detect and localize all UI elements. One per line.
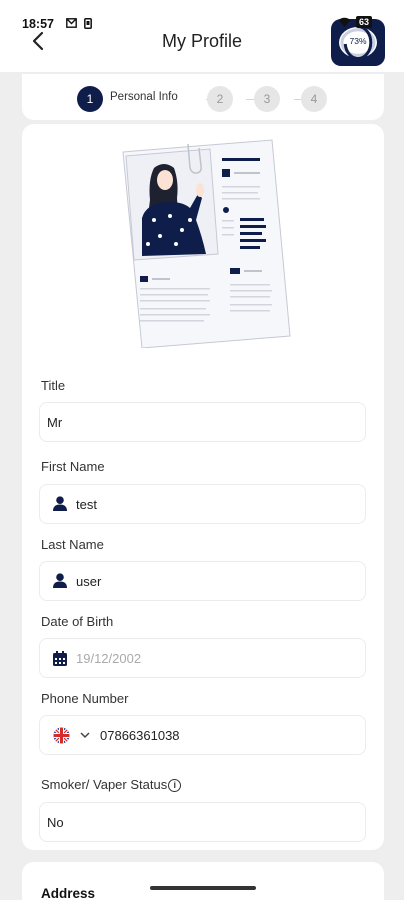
- first-name-label: First Name: [41, 459, 105, 474]
- smoker-field[interactable]: No: [39, 802, 366, 842]
- battery-indicator: 63: [355, 16, 372, 28]
- person-icon: [53, 496, 67, 511]
- last-name-label: Last Name: [41, 537, 104, 552]
- step-2[interactable]: 2: [207, 86, 233, 112]
- stepper: 1 Personal Info 2 3 4: [22, 74, 384, 120]
- smoker-label-text: Smoker/ Vaper Status: [41, 777, 168, 792]
- chevron-down-icon[interactable]: [80, 732, 90, 739]
- first-name-value: test: [76, 497, 97, 512]
- uk-flag-icon[interactable]: [53, 727, 70, 744]
- dob-field[interactable]: 19/12/2002: [39, 638, 366, 678]
- progress-percent: 73%: [349, 36, 367, 46]
- home-indicator[interactable]: [150, 886, 256, 890]
- wifi-icon: [338, 17, 351, 27]
- person-icon: [53, 573, 67, 588]
- address-section: Address: [22, 862, 384, 900]
- smoker-value: No: [47, 815, 64, 830]
- phone-label: Phone Number: [41, 691, 129, 706]
- app-header: My Profile 73%: [0, 0, 404, 72]
- dob-label: Date of Birth: [41, 614, 114, 629]
- step-4[interactable]: 4: [301, 86, 327, 112]
- smoker-label: Smoker/ Vaper Status i: [41, 777, 182, 792]
- last-name-field[interactable]: user: [39, 561, 366, 601]
- info-icon[interactable]: i: [168, 779, 182, 792]
- title-label: Title: [41, 378, 66, 393]
- dob-value: 19/12/2002: [76, 651, 142, 666]
- step-3[interactable]: 3: [254, 86, 280, 112]
- step-1-label: Personal Info: [110, 91, 178, 103]
- calendar-icon: [53, 651, 67, 666]
- title-field[interactable]: Mr: [39, 402, 366, 442]
- last-name-value: user: [76, 574, 102, 589]
- first-name-field[interactable]: test: [39, 484, 366, 524]
- step-1[interactable]: 1: [77, 86, 103, 112]
- profile-illustration: [122, 139, 291, 348]
- personal-info-form: Title Mr First Name test Last Name user …: [22, 124, 384, 850]
- phone-value: 07866361038: [100, 728, 180, 743]
- phone-field[interactable]: 07866361038: [39, 715, 366, 755]
- address-title: Address: [41, 886, 96, 900]
- title-value: Mr: [47, 415, 63, 430]
